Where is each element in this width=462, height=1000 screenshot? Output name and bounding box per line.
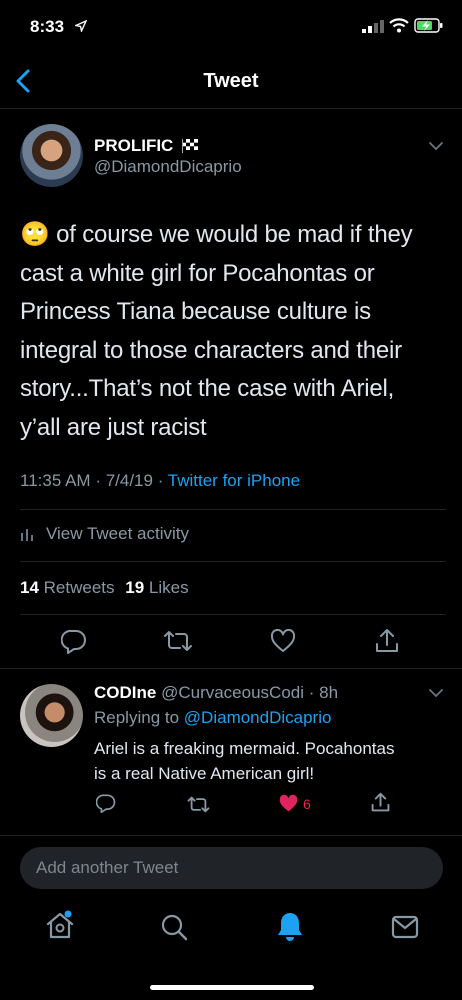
reply-header: CODIne @CurvaceousCodi · 8h	[94, 683, 339, 702]
status-time: 8:33	[30, 17, 65, 36]
likes-label: Likes	[148, 578, 189, 597]
reply-retweet-icon[interactable]	[187, 796, 210, 813]
bar-chart-icon	[20, 527, 34, 541]
tweet-line: cast a white girl for Pocahontas or	[20, 259, 375, 287]
add-tweet-placeholder: Add another Tweet	[36, 858, 179, 877]
tweet-line: story...That’s not the case with Ariel,	[20, 375, 395, 402]
reply-age: 8h	[319, 683, 339, 702]
tweet-line: y’all are just racist	[20, 413, 207, 441]
tweet-text: 🙄 of course we would be mad if they cast…	[20, 216, 450, 447]
reply-handle[interactable]: @CurvaceousCodi	[161, 683, 304, 702]
likes-stat[interactable]: 19 Likes	[125, 578, 188, 597]
add-tweet-input[interactable]: Add another Tweet	[20, 847, 443, 889]
tweet-stats: 14 Retweets 19 Likes	[20, 578, 189, 598]
tab-messages[interactable]	[391, 915, 419, 939]
share-icon[interactable]	[375, 628, 399, 654]
like-heart-icon[interactable]	[270, 629, 296, 653]
avatar[interactable]	[20, 124, 83, 187]
reply-reply-icon[interactable]	[96, 793, 116, 813]
retweets-count: 14	[20, 578, 39, 597]
tweet-meta: 11:35 AM · 7/4/19 · Twitter for iPhone	[20, 471, 301, 490]
battery-charging-icon	[414, 18, 444, 33]
handle[interactable]: @DiamondDicaprio	[94, 157, 242, 177]
retweets-stat[interactable]: 14 Retweets	[20, 578, 119, 597]
reply-display-name[interactable]: CODIne	[94, 683, 156, 702]
reply-text: Ariel is a freaking mermaid. Pocahontas …	[94, 736, 394, 786]
view-tweet-activity-label: View Tweet activity	[46, 524, 189, 543]
display-name-text: PROLIFIC	[94, 136, 174, 155]
tweet-line: 🙄 of course we would be mad if they	[20, 221, 413, 248]
likes-count: 19	[125, 578, 145, 597]
liked-heart-icon	[278, 794, 299, 813]
home-indicator[interactable]	[150, 985, 314, 990]
reply-line: Ariel is a freaking mermaid. Pocahontas	[94, 739, 395, 758]
tab-home[interactable]	[44, 909, 76, 941]
replying-to-link[interactable]: @DiamondDicaprio	[184, 708, 332, 727]
replying-to-prefix: Replying to	[94, 708, 180, 727]
replying-to: Replying to @DiamondDicaprio	[94, 708, 331, 728]
tweet-menu-chevron-icon[interactable]	[428, 141, 444, 151]
tab-notifications[interactable]	[276, 911, 304, 943]
tweet-time: 11:35 AM	[20, 471, 91, 490]
view-tweet-activity-button[interactable]: View Tweet activity	[20, 522, 189, 546]
reply-menu-chevron-icon[interactable]	[428, 688, 444, 698]
tweet-date: 7/4/19	[105, 471, 153, 490]
display-name[interactable]: PROLIFIC	[94, 136, 199, 156]
retweets-label: Retweets	[43, 578, 115, 597]
rolling-eyes-emoji-icon: 🙄	[20, 221, 50, 248]
tab-search[interactable]	[160, 913, 188, 941]
wifi-icon	[389, 18, 409, 33]
location-arrow-icon	[75, 20, 87, 32]
cellular-signal-icon	[362, 20, 384, 33]
reply-share-icon[interactable]	[371, 792, 390, 813]
reply-like-count: 6	[303, 795, 311, 812]
reply-like-button[interactable]: 6	[278, 794, 311, 813]
reply-line: is a real Native American girl!	[94, 764, 315, 783]
reply-icon[interactable]	[61, 628, 87, 654]
tweet-source-link[interactable]: Twitter for iPhone	[168, 471, 300, 490]
tweet-line: Princess Tiana because culture is	[20, 298, 371, 325]
checkered-flag-icon	[182, 139, 199, 153]
tweet-line: integral to those characters and their	[20, 336, 402, 364]
retweet-icon[interactable]	[163, 630, 193, 652]
reply-avatar[interactable]	[20, 684, 83, 747]
page-title: Tweet	[203, 70, 259, 92]
